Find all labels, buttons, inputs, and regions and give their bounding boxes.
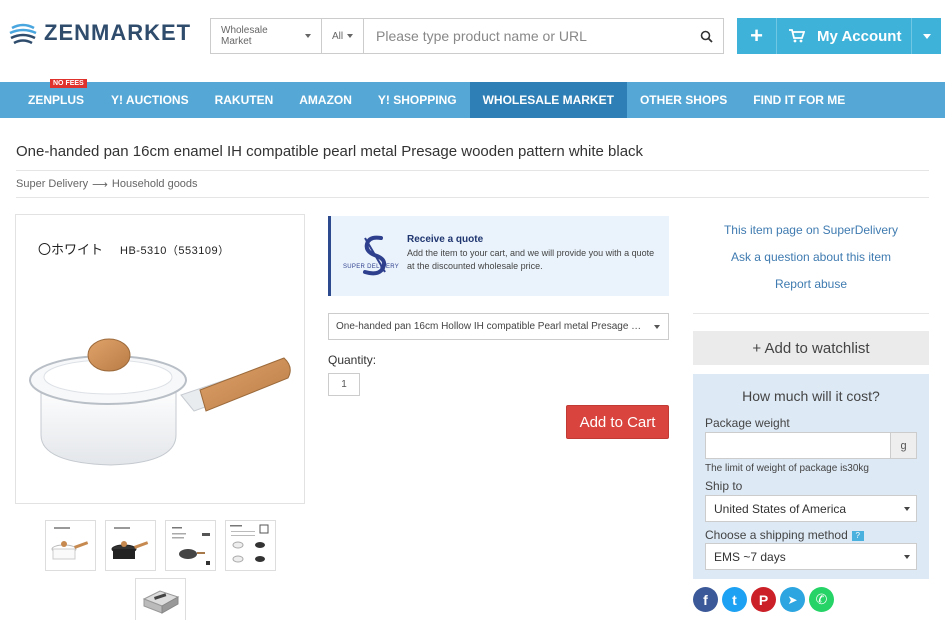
chevron-down-icon: [922, 33, 931, 39]
header: ZENMARKET Wholesale Market All + My Acco…: [0, 0, 945, 82]
logo-globe-icon: [9, 23, 37, 45]
nav-item-wholesale-market[interactable]: WHOLESALE MARKET: [469, 82, 627, 118]
logo-text: ZENMARKET: [44, 20, 192, 45]
nav-item-label: RAKUTEN: [214, 93, 274, 107]
nav-item-label: FIND IT FOR ME: [753, 93, 846, 107]
nav-item-label: WHOLESALE MARKET: [482, 93, 614, 107]
superdelivery-page-link[interactable]: This item page on SuperDelivery: [724, 223, 898, 238]
nav-item-rakuten[interactable]: RAKUTEN: [202, 82, 287, 118]
super-delivery-logo-text: SUPER DELIVERY: [343, 264, 400, 270]
nav-item-label: AMAZON: [299, 93, 352, 107]
package-weight-input[interactable]: [705, 432, 891, 459]
quantity-label: Quantity:: [328, 353, 377, 367]
shipping-method-label-text: Choose a shipping method: [705, 528, 848, 542]
thumbnail-box[interactable]: [135, 578, 186, 620]
thumbnail-strip: [45, 520, 276, 571]
ship-to-select[interactable]: United States of America: [705, 495, 917, 522]
search-bar: Wholesale Market All: [210, 18, 724, 54]
nav-item-label: OTHER SHOPS: [639, 93, 728, 107]
search-icon: [700, 30, 713, 43]
telegram-icon[interactable]: ➤: [780, 587, 805, 612]
quantity-input[interactable]: 1: [328, 373, 360, 396]
add-to-cart-button[interactable]: Add to Cart: [566, 405, 669, 439]
divider: [16, 197, 929, 198]
plus-icon: +: [750, 23, 763, 48]
thumbnail-image: [51, 527, 89, 560]
market-select[interactable]: Wholesale Market: [211, 19, 322, 53]
nav-item-find-it-for-me[interactable]: FIND IT FOR ME: [740, 82, 858, 118]
twitter-icon[interactable]: t: [722, 587, 747, 612]
no-fees-badge: NO FEES: [50, 79, 87, 88]
package-weight-label: Package weight: [705, 416, 790, 430]
pinterest-icon[interactable]: P: [751, 587, 776, 612]
shipping-method-value: EMS ~7 days: [714, 549, 786, 564]
quote-title: Receive a quote: [407, 234, 484, 245]
cart-icon: [789, 29, 805, 43]
search-input[interactable]: [364, 19, 689, 53]
quote-text: Add the item to your cart, and we will p…: [407, 248, 655, 271]
nav-item-zenplus[interactable]: NO FEES ZENPLUS: [0, 79, 98, 118]
help-icon[interactable]: ?: [851, 530, 864, 541]
chevron-down-icon: [904, 507, 910, 511]
chevron-down-icon: [904, 555, 910, 559]
thumbnail-image: [111, 527, 149, 559]
social-share: f t P ➤ ✆: [693, 587, 834, 612]
account-bar: + My Account: [737, 18, 941, 54]
thumbnail-white-pan[interactable]: [45, 520, 96, 571]
breadcrumb-item[interactable]: Household goods: [112, 178, 198, 191]
thumbnail-black-pan[interactable]: [105, 520, 156, 571]
quote-banner: SUPER DELIVERY Receive a quote Add the i…: [328, 216, 669, 296]
breadcrumb: Super Delivery ⟶ Household goods: [16, 178, 198, 191]
nav-item-shopping[interactable]: Y! SHOPPING: [365, 82, 470, 118]
search-button[interactable]: [689, 19, 723, 53]
add-to-watchlist-button[interactable]: + Add to watchlist: [693, 331, 929, 365]
thumbnail-image: [172, 527, 210, 565]
weight-unit: g: [891, 432, 917, 459]
thumbnail-spec[interactable]: [165, 520, 216, 571]
chevron-down-icon: [347, 34, 354, 38]
arrow-right-icon: ⟶: [92, 179, 108, 191]
weight-limit-note: The limit of weight of package is30kg: [705, 463, 869, 474]
divider: [16, 170, 929, 171]
chevron-down-icon: [305, 34, 311, 38]
item-links: This item page on SuperDelivery Ask a qu…: [693, 223, 929, 292]
shipping-method-select[interactable]: EMS ~7 days: [705, 543, 917, 570]
ship-to-value: United States of America: [714, 501, 847, 516]
nav-item-amazon[interactable]: AMAZON: [286, 82, 365, 118]
product-main-image[interactable]: 〇ホワイト HB-5310（553109）: [15, 214, 305, 504]
market-select-label: Wholesale Market: [221, 25, 268, 47]
add-button[interactable]: +: [737, 18, 777, 54]
shipping-calculator: How much will it cost? Package weight g …: [693, 374, 929, 579]
ship-to-label: Ship to: [705, 479, 743, 493]
main-nav: NO FEES ZENPLUS Y! AUCTIONS RAKUTEN AMAZ…: [0, 79, 945, 118]
report-abuse-link[interactable]: Report abuse: [775, 277, 847, 292]
whatsapp-icon[interactable]: ✆: [809, 587, 834, 612]
nav-item-label: Y! AUCTIONS: [111, 93, 189, 107]
my-account-button[interactable]: My Account: [777, 18, 911, 54]
account-dropdown-toggle[interactable]: [911, 18, 941, 54]
shipping-method-label: Choose a shipping method?: [705, 528, 864, 542]
my-account-label: My Account: [817, 27, 902, 45]
divider: [693, 313, 929, 314]
saucepan-picture: [29, 338, 291, 466]
facebook-icon[interactable]: f: [693, 587, 718, 612]
nav-item-label: ZENPLUS: [28, 93, 85, 107]
variant-select[interactable]: One-handed pan 16cm Hollow IH compatible…: [328, 313, 669, 340]
thumbnail-image: [142, 590, 180, 614]
thumbnail-package[interactable]: [225, 520, 276, 571]
calculator-title: How much will it cost?: [742, 388, 880, 404]
page-title: One-handed pan 16cm enamel IH compatible…: [16, 143, 644, 160]
logo[interactable]: ZENMARKET: [8, 18, 191, 48]
chevron-down-icon: [654, 325, 660, 329]
super-delivery-logo: [363, 235, 387, 276]
breadcrumb-item[interactable]: Super Delivery: [16, 178, 88, 191]
scope-select-label: All: [332, 30, 344, 42]
nav-item-label: Y! SHOPPING: [377, 93, 457, 107]
nav-item-auctions[interactable]: Y! AUCTIONS: [98, 82, 202, 118]
nav-item-other-shops[interactable]: OTHER SHOPS: [627, 82, 740, 118]
scope-select[interactable]: All: [322, 19, 364, 53]
ask-question-link[interactable]: Ask a question about this item: [731, 250, 891, 265]
thumbnail-image: [230, 524, 269, 563]
variant-select-value: One-handed pan 16cm Hollow IH compatible…: [336, 321, 648, 332]
